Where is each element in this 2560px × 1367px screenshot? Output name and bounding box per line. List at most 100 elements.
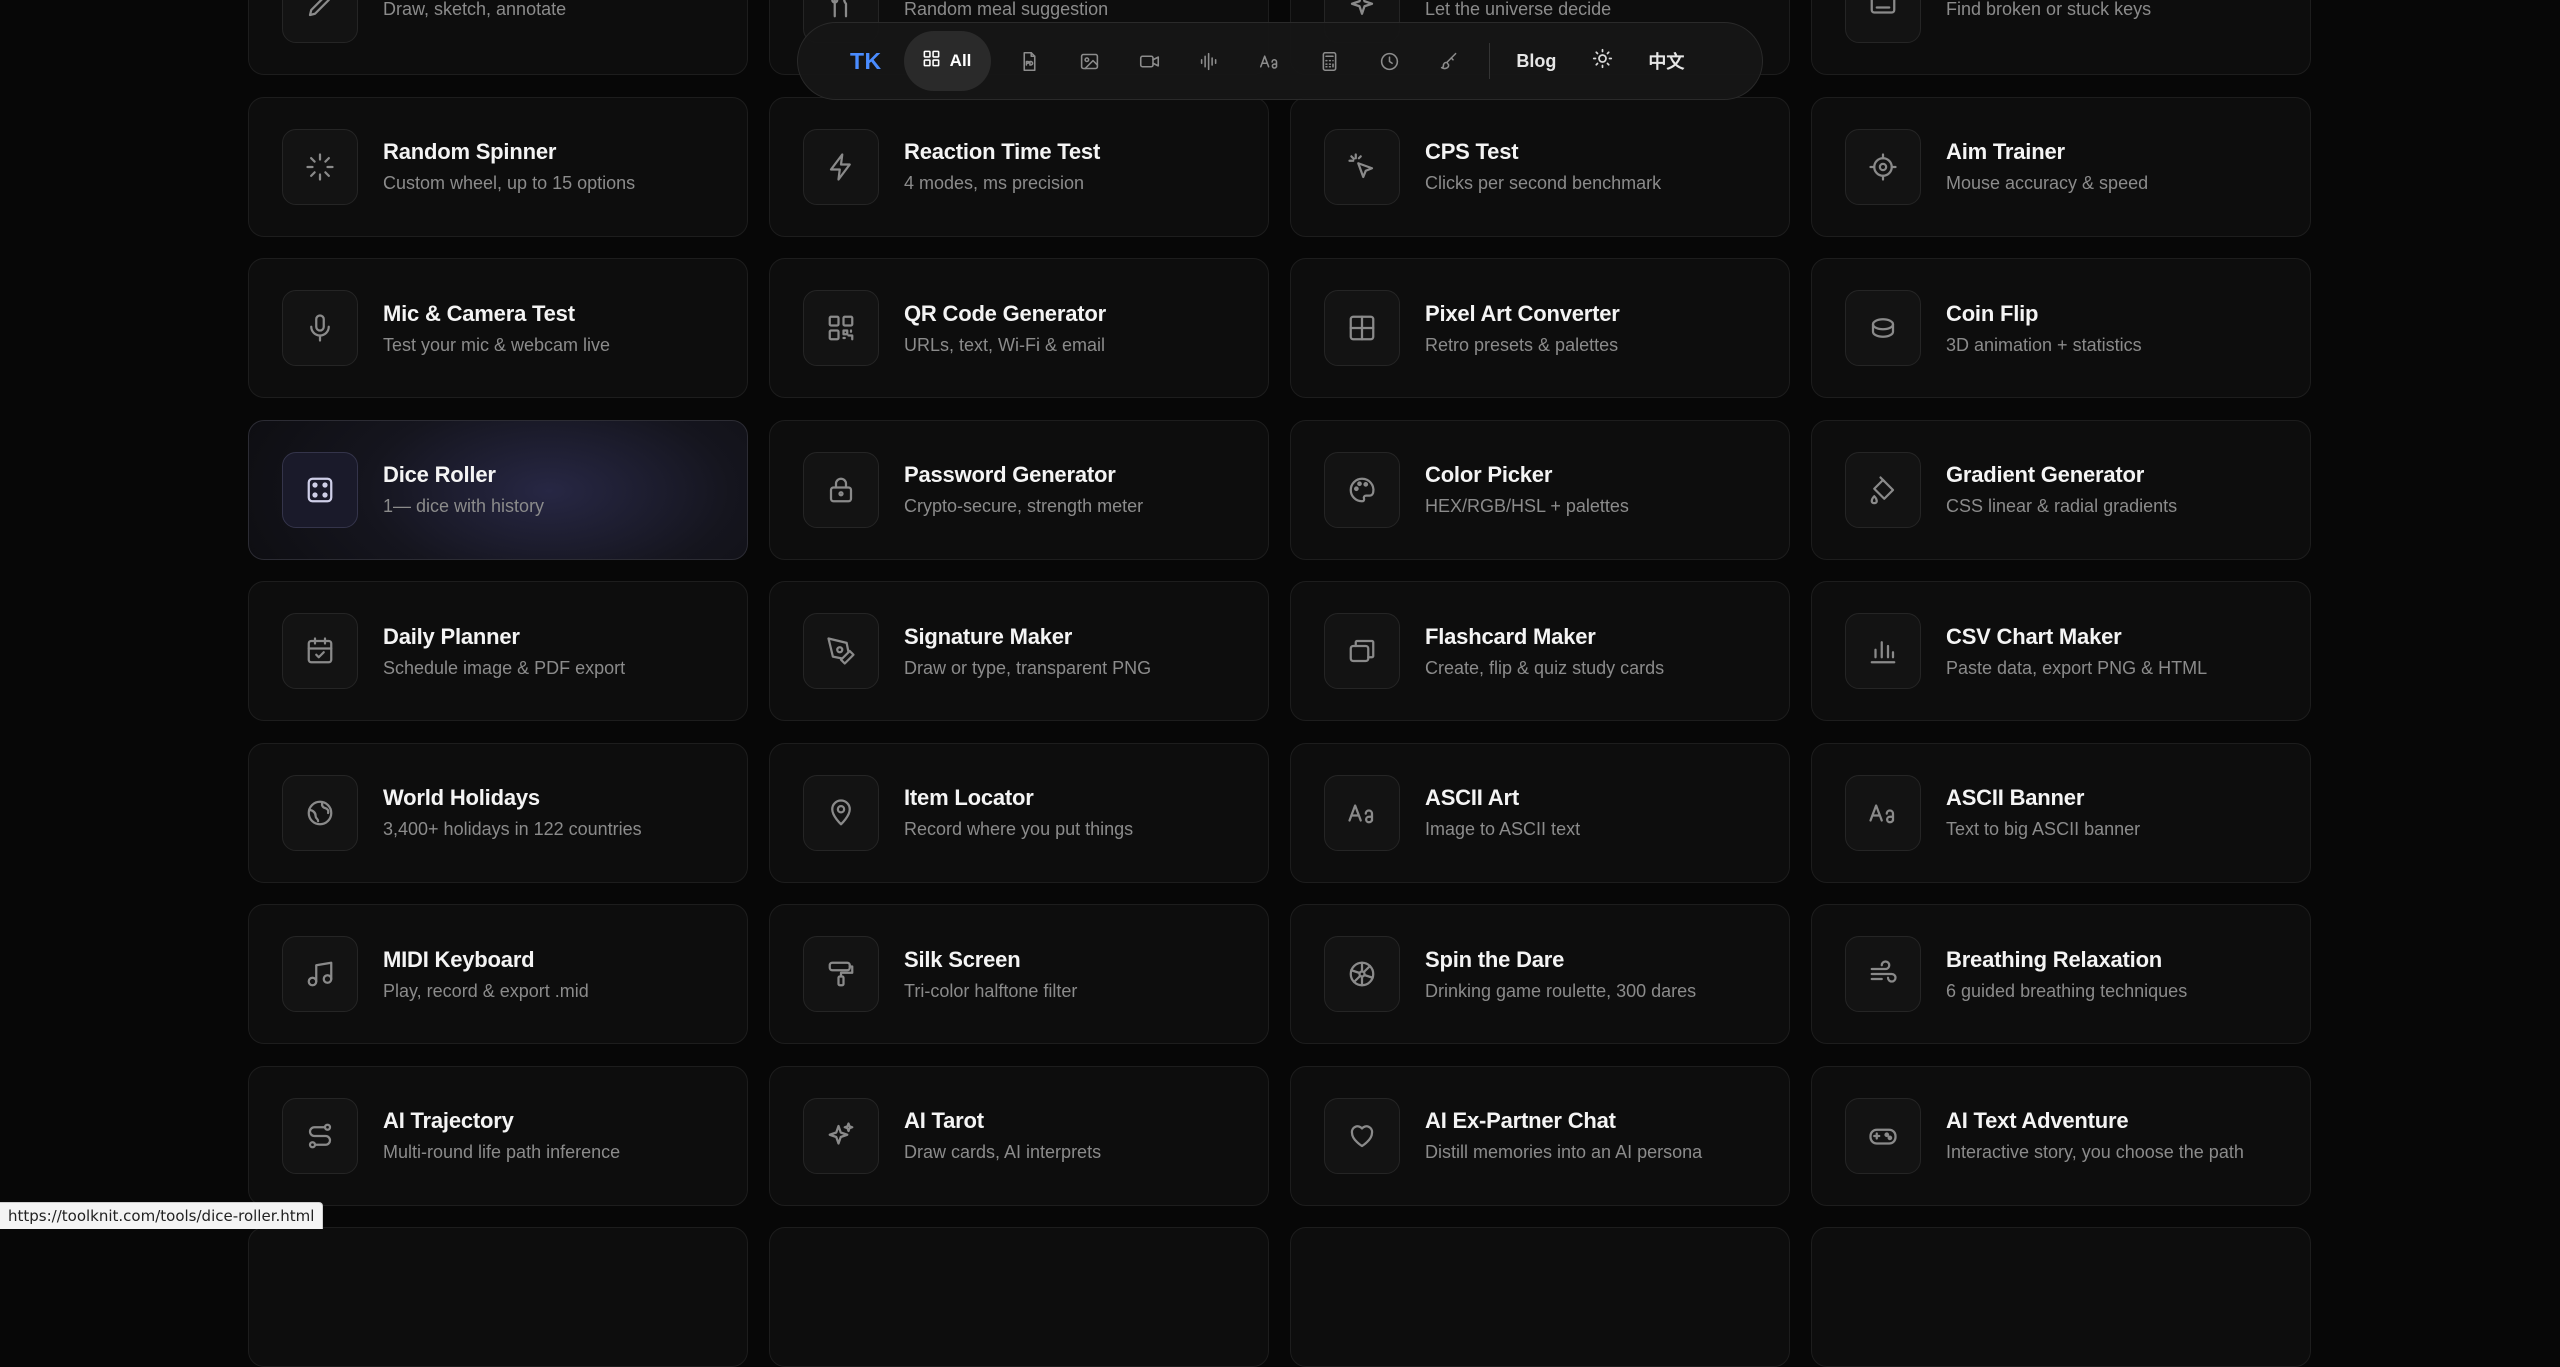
tool-card[interactable]	[769, 1227, 1269, 1367]
status-bar-url: https://toolknit.com/tools/dice-roller.h…	[0, 1202, 324, 1229]
tool-card[interactable]: Item Locator Record where you put things	[769, 742, 1269, 883]
tool-card[interactable]: Coin Flip 3D animation + statistics	[1811, 258, 2311, 398]
tool-title: AI Trajectory	[383, 1108, 514, 1133]
tool-description: Drinking game roulette, 300 dares	[1425, 980, 1697, 1001]
tool-card[interactable]: Color Picker HEX/RGB/HSL + palettes	[1290, 419, 1790, 560]
tool-card[interactable]: AI Trajectory Multi-round life path infer…	[248, 1065, 748, 1206]
tool-icon-box	[282, 613, 358, 689]
tool-card[interactable]: Draw, sketch, annotate	[248, 0, 748, 75]
tool-text: Dice Roller 1— dice with history	[383, 462, 544, 517]
tool-description: 4 modes, ms precision	[904, 173, 1085, 193]
tool-card[interactable]: Mic & Camera Test Test your mic & webcam …	[248, 258, 748, 398]
tool-card[interactable]: Signature Maker Draw or type, transparent…	[769, 581, 1269, 721]
tool-title: CSV Chart Maker	[1946, 623, 2122, 649]
tool-text: Silk Screen Tri-color halftone filter	[904, 947, 1077, 1002]
tool-icon-box	[1845, 290, 1921, 366]
nav-text-button[interactable]	[1239, 31, 1299, 91]
nav-all-label: All	[949, 51, 972, 70]
tool-text: AI Ex-Partner Chat Distill memories into …	[1425, 1108, 1702, 1163]
theme-toggle-button[interactable]	[1572, 31, 1632, 91]
tool-card[interactable]: CSV Chart Maker Paste data, export PNG & …	[1811, 581, 2311, 721]
tool-description: Random meal suggestion	[904, 0, 1109, 19]
tool-card[interactable]: Find broken or stuck keys	[1811, 0, 2311, 75]
clock-icon	[1379, 51, 1400, 72]
tool-text: CPS Test Clicks per second benchmark	[1425, 139, 1661, 194]
tool-card[interactable]: Spin the Dare Drinking game roulette, 300…	[1290, 904, 1790, 1044]
tool-icon-box	[282, 128, 358, 205]
tool-title: Mic & Camera Test	[383, 300, 575, 326]
nav-all-button[interactable]: All	[903, 31, 992, 91]
tool-card[interactable]: Silk Screen Tri-color halftone filter	[769, 904, 1269, 1044]
tool-text: Flashcard Maker Create, flip & quiz study…	[1425, 624, 1664, 679]
nav-video-button[interactable]	[1119, 31, 1179, 91]
gamepad-icon	[1868, 1121, 1898, 1151]
tool-title: Password Generator	[904, 462, 1116, 487]
tool-title: Reaction Time Test	[904, 139, 1101, 164]
tool-card[interactable]: Reaction Time Test 4 modes, ms precision	[769, 96, 1269, 237]
heart-icon	[1347, 1121, 1377, 1151]
paint-roller-icon	[826, 959, 856, 989]
tool-text: Pixel Art Converter Retro presets & palet…	[1425, 301, 1620, 356]
tool-card[interactable]: MIDI Keyboard Play, record & export .mid	[248, 904, 748, 1044]
tool-icon-box	[282, 0, 358, 43]
pen-tool-icon	[826, 636, 856, 666]
tool-card[interactable]: CPS Test Clicks per second benchmark	[1290, 96, 1790, 237]
tool-description: Distill memories into an AI persona	[1425, 1142, 1703, 1162]
lock-icon	[826, 475, 856, 505]
calendar-check-icon	[305, 636, 335, 666]
tool-title: World Holidays	[383, 785, 540, 810]
tool-description: Mouse accuracy & speed	[1946, 173, 2149, 193]
tool-description: Draw cards, AI interprets	[904, 1142, 1102, 1162]
nav-calculator-button[interactable]	[1299, 31, 1359, 91]
tool-icon-box	[1324, 613, 1400, 689]
tool-card[interactable]: Password Generator Crypto-secure, strengt…	[769, 419, 1269, 560]
mic-icon	[305, 313, 335, 343]
tool-text: Let the universe decide	[1425, 0, 1611, 20]
tool-card[interactable]: Breathing Relaxation 6 guided breathing t…	[1811, 904, 2311, 1044]
tool-card[interactable]: Gradient Generator CSS linear & radial gr…	[1811, 419, 2311, 560]
tool-card[interactable]	[1290, 1227, 1790, 1367]
tool-card[interactable]: Random Spinner Custom wheel, up to 15 opt…	[248, 96, 748, 237]
nav-audio-button[interactable]	[1179, 31, 1239, 91]
tool-text: Daily Planner Schedule image & PDF export	[383, 624, 625, 679]
keyboard-icon	[1868, 0, 1898, 20]
tool-title: Dice Roller	[383, 462, 496, 487]
tool-icon-box	[1845, 0, 1921, 43]
tool-card[interactable]: Aim Trainer Mouse accuracy & speed	[1811, 96, 2311, 237]
nav-clock-button[interactable]	[1359, 31, 1419, 91]
audio-icon	[1199, 51, 1220, 72]
tool-card[interactable]	[1811, 1227, 2311, 1367]
tool-title: MIDI Keyboard	[383, 946, 535, 972]
nav-image-button[interactable]	[1059, 31, 1119, 91]
nav-brush-button[interactable]	[1419, 31, 1479, 91]
tool-card[interactable]: ASCII Art Image to ASCII text	[1290, 742, 1790, 883]
grid-icon	[1347, 313, 1377, 343]
tool-description: Crypto-secure, strength meter	[904, 496, 1144, 516]
tool-card[interactable]: Pixel Art Converter Retro presets & palet…	[1290, 258, 1790, 398]
tool-text: Password Generator Crypto-secure, strengt…	[904, 462, 1143, 517]
nav-pdf-button[interactable]	[999, 31, 1059, 91]
tool-card[interactable]: Flashcard Maker Create, flip & quiz study…	[1290, 581, 1790, 721]
tool-card[interactable]	[248, 1227, 748, 1367]
tool-icon-box	[282, 451, 358, 528]
tool-card[interactable]: Dice Roller 1— dice with history	[248, 419, 748, 560]
tool-card[interactable]: QR Code Generator URLs, text, Wi-Fi & ema…	[769, 258, 1269, 398]
tool-description: Schedule image & PDF export	[383, 657, 626, 678]
tool-description: Custom wheel, up to 15 options	[383, 173, 636, 193]
type-icon	[1868, 798, 1898, 828]
tool-icon-box	[282, 774, 358, 851]
logo[interactable]: TK	[850, 48, 882, 75]
tool-card[interactable]: ASCII Banner Text to big ASCII banner	[1811, 742, 2311, 883]
tool-text: Random Spinner Custom wheel, up to 15 opt…	[383, 139, 635, 194]
tool-title: Daily Planner	[383, 623, 520, 649]
tool-card[interactable]: AI Text Adventure Interactive story, you …	[1811, 1065, 2311, 1206]
tool-title: Aim Trainer	[1946, 139, 2065, 164]
tool-card[interactable]: AI Tarot Draw cards, AI interprets	[769, 1065, 1269, 1206]
tool-card[interactable]: World Holidays 3,400+ holidays in 122 cou…	[248, 742, 748, 883]
tool-icon-box	[803, 936, 879, 1012]
language-toggle[interactable]: 中文	[1632, 48, 1700, 74]
tool-card[interactable]: Daily Planner Schedule image & PDF export	[248, 581, 748, 721]
nav-blog-link[interactable]: Blog	[1500, 51, 1572, 72]
tool-card[interactable]: AI Ex-Partner Chat Distill memories into …	[1290, 1065, 1790, 1206]
tool-title: Pixel Art Converter	[1425, 300, 1620, 326]
